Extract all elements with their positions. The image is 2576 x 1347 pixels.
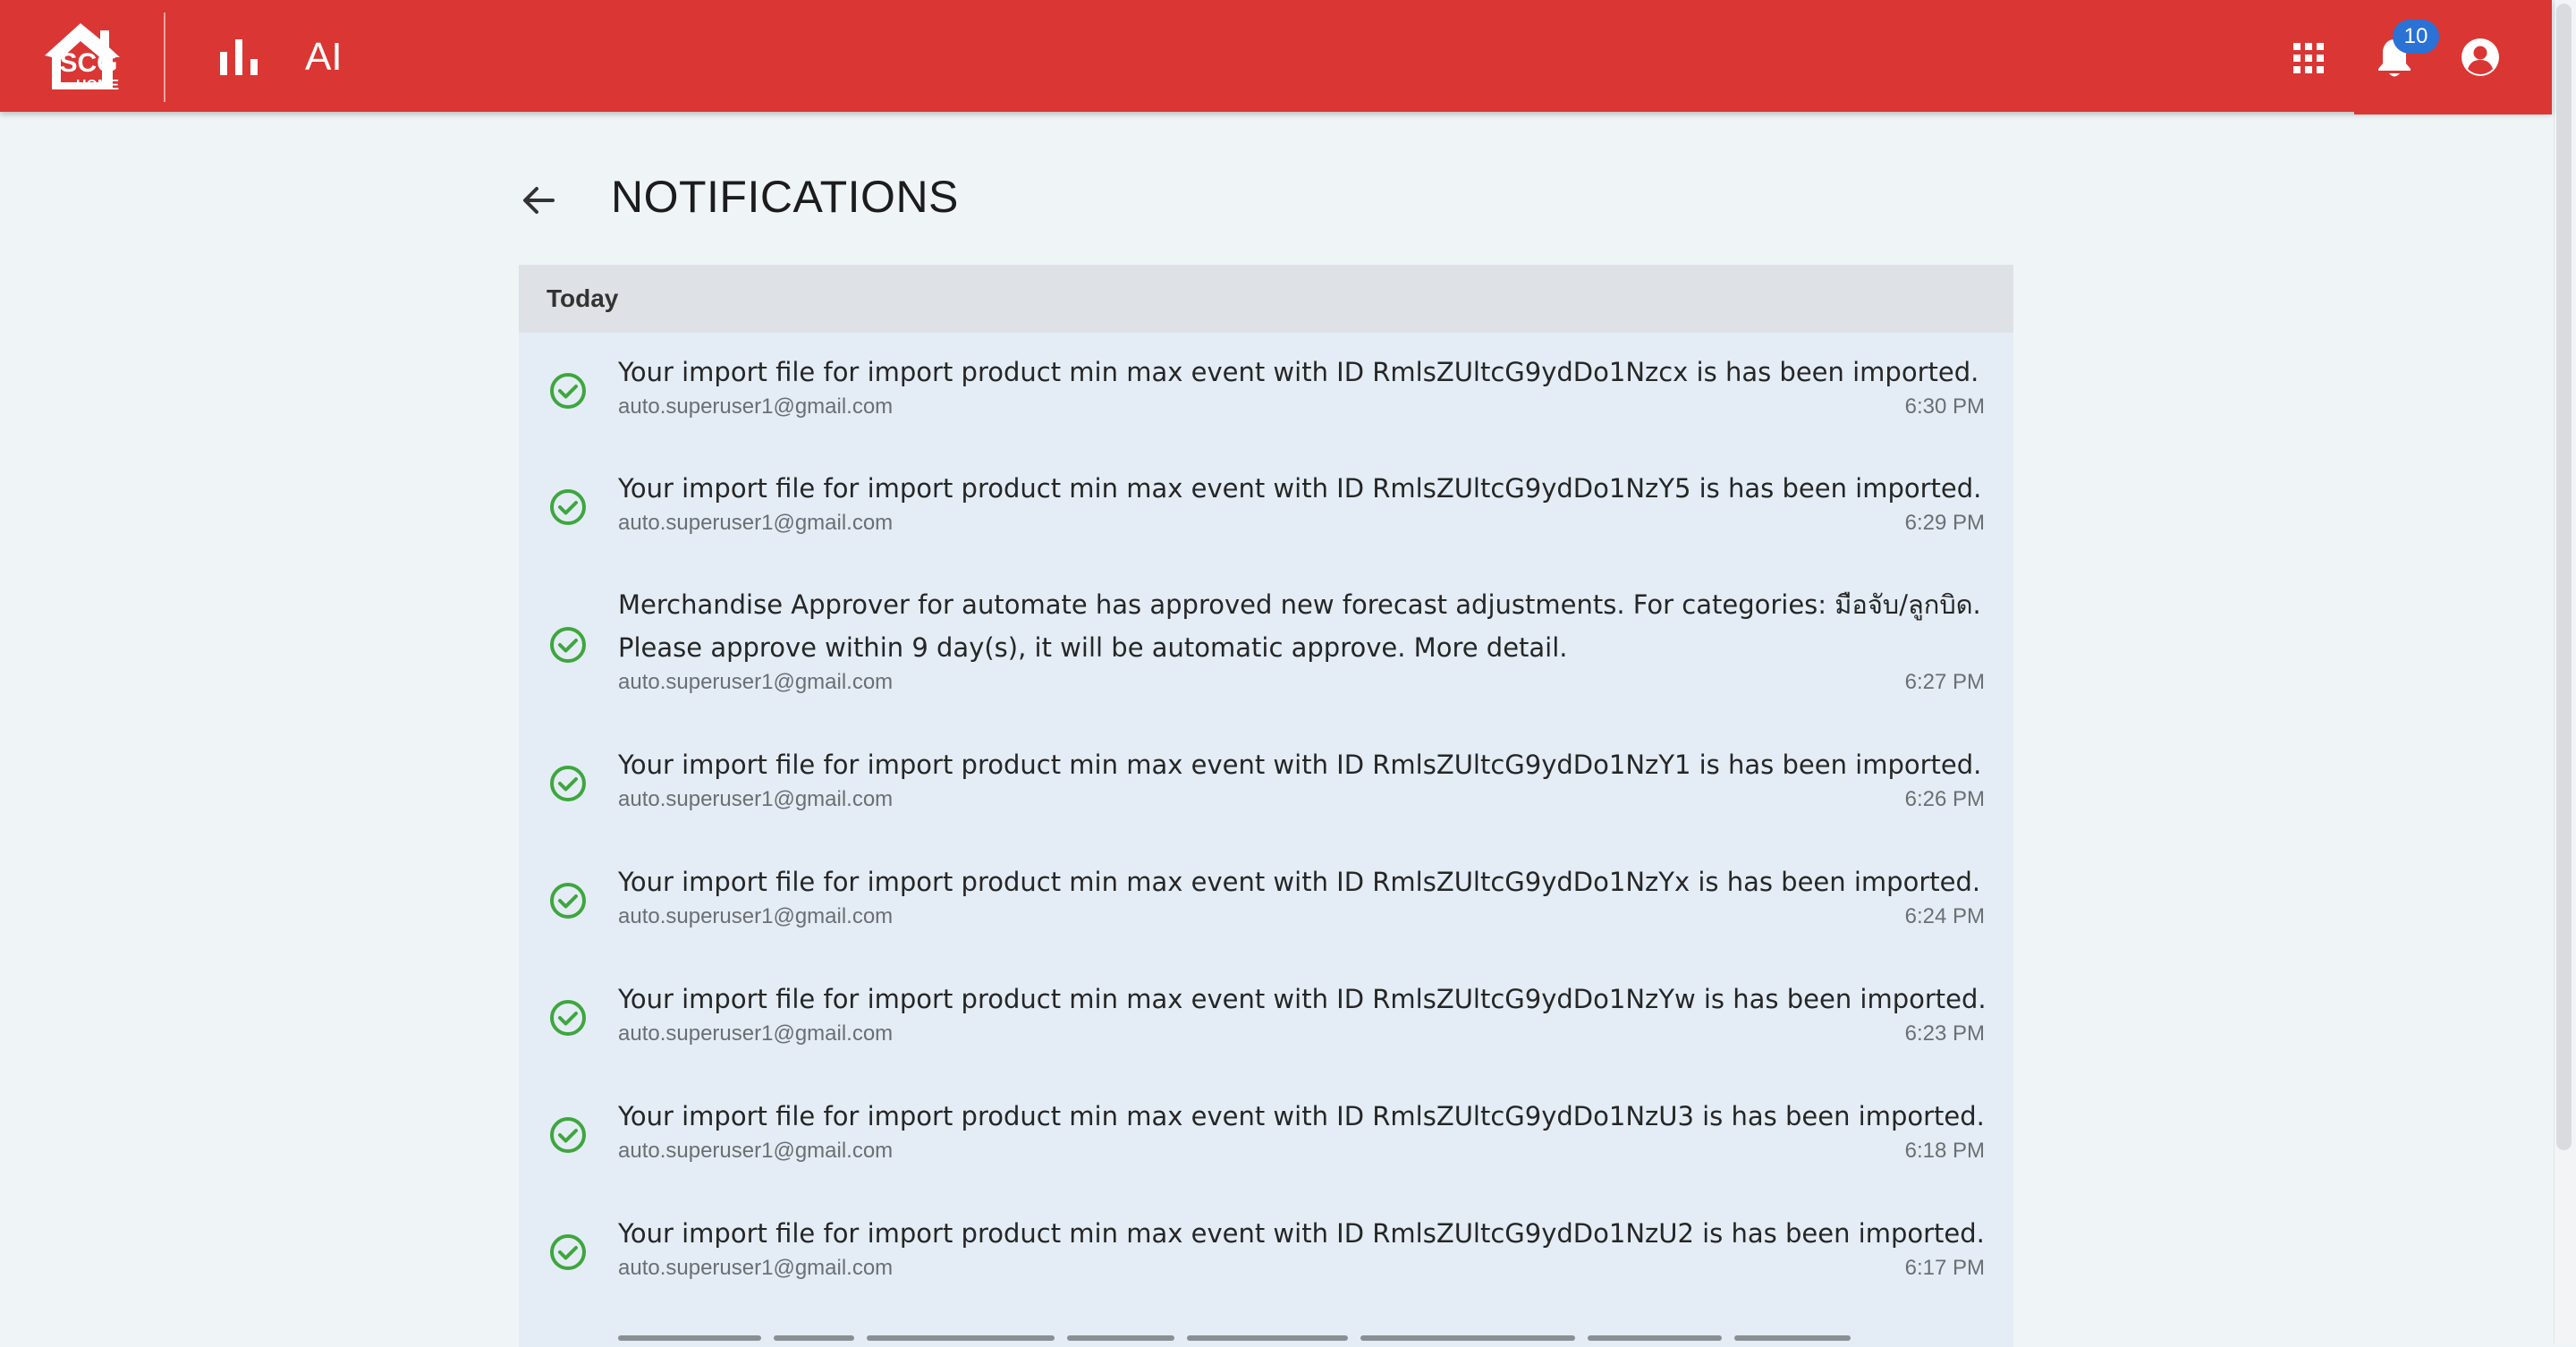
notification-item[interactable]: Merchandise Approver for automate has ap… [519,565,2013,725]
notification-item[interactable]: Your import file for import product min … [519,960,2013,1077]
check-circle-icon [550,489,586,525]
notification-message: Your import file for import product min … [618,984,1987,1014]
notification-time: 6:30 PM [1904,394,1985,419]
check-circle-icon [550,766,586,801]
notification-message: Merchandise Approver for automate has ap… [618,589,1981,620]
notification-user: auto.superuser1@gmail.com [618,1021,894,1046]
check-circle-icon [550,627,586,663]
page-title: NOTIFICATIONS [611,172,959,222]
notification-message: Your import file for import product min … [618,1218,1985,1249]
notification-item[interactable]: Your import file for import product min … [519,333,2013,449]
notification-time: 6:18 PM [1904,1139,1985,1163]
notification-message: Your import file for import product min … [618,750,1982,780]
notification-message: Your import file for import product min … [618,473,1982,504]
brand-sub-text: HOME [76,78,119,91]
notification-time: 6:29 PM [1904,511,1985,535]
notification-count-badge: 10 [2393,20,2439,54]
check-circle-icon [550,1117,586,1153]
notification-item[interactable]: Your import file for import product min … [519,1077,2013,1194]
scrollbar-thumb[interactable] [2556,4,2572,1150]
notification-message: Your import file for import product min … [618,357,1979,387]
notification-time: 6:26 PM [1904,787,1985,811]
notification-user: auto.superuser1@gmail.com [618,511,894,535]
notification-message: Your import file for import product min … [618,1101,1985,1131]
notification-message-line2[interactable]: Please approve within 9 day(s), it will … [618,626,1987,669]
notification-user: auto.superuser1@gmail.com [618,787,894,811]
header-divider [164,13,165,102]
notification-item[interactable]: Your import file for import product min … [519,1194,2013,1311]
notification-message: Your import file for import product min … [618,867,1981,897]
notification-item-partial [618,1335,1870,1347]
check-circle-icon [550,1234,586,1270]
notification-user: auto.superuser1@gmail.com [618,1139,894,1163]
notification-user: auto.superuser1@gmail.com [618,904,894,928]
app-title[interactable]: AI [305,34,343,80]
check-circle-icon [550,883,586,919]
apps-grid-icon[interactable] [2293,43,2324,73]
notification-time: 6:17 PM [1904,1256,1985,1280]
notification-list: Today Your import file for import produc… [519,265,2013,1347]
top-app-bar: SCG HOME AI [0,0,2552,112]
notification-item[interactable]: Your import file for import product min … [519,725,2013,843]
notification-user: auto.superuser1@gmail.com [618,670,894,694]
back-arrow-icon[interactable] [521,182,556,218]
notification-time: 6:24 PM [1904,904,1985,928]
notification-user: auto.superuser1@gmail.com [618,394,894,419]
section-header-today: Today [519,265,2013,333]
account-circle-icon[interactable] [2461,38,2500,77]
brand-text: SCG [59,48,117,78]
check-circle-icon [550,373,586,409]
notification-item[interactable]: Your import file for import product min … [519,449,2013,565]
notification-user: auto.superuser1@gmail.com [618,1256,894,1280]
notification-item[interactable]: Your import file for import product min … [519,843,2013,960]
scg-home-logo[interactable]: SCG HOME [41,18,131,91]
check-circle-icon [550,1000,586,1036]
bar-chart-icon[interactable] [220,39,258,75]
notification-time: 6:27 PM [1904,670,1985,694]
notification-time: 6:23 PM [1904,1021,1985,1046]
